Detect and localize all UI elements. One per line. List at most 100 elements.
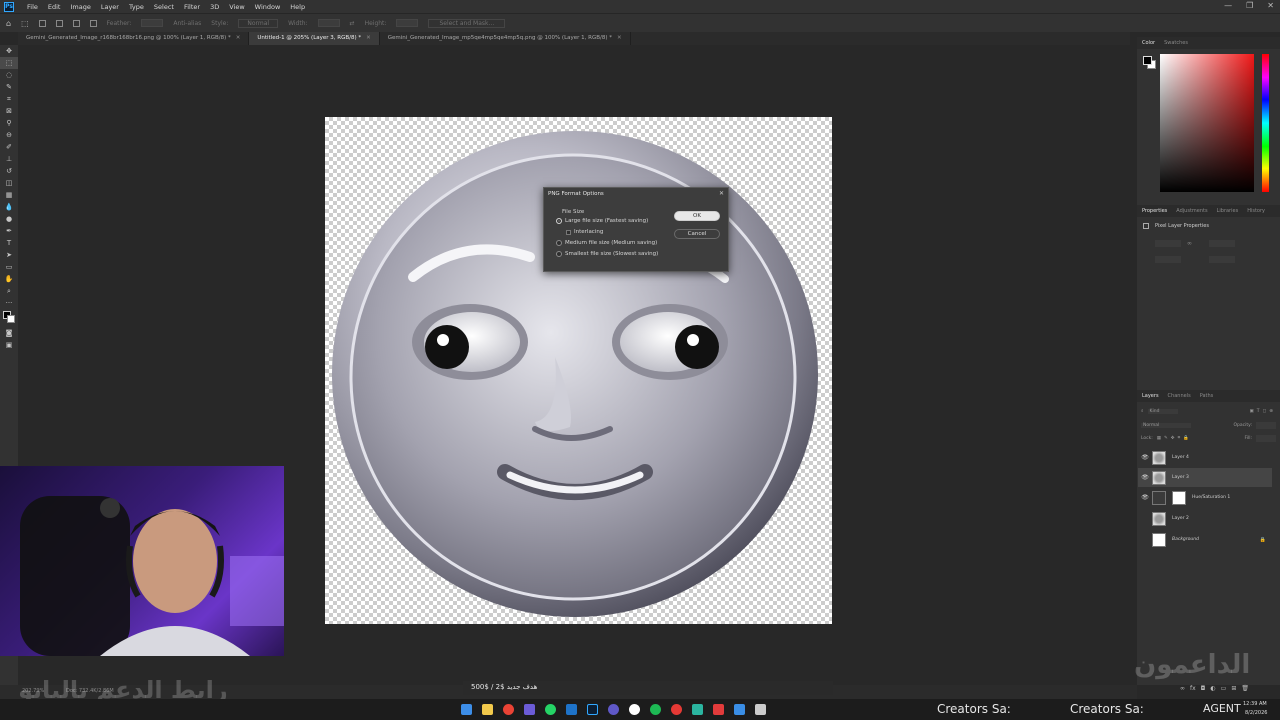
- layer-row-background[interactable]: Background 🔒: [1138, 530, 1272, 549]
- restore-icon[interactable]: ❐: [1246, 1, 1253, 10]
- kind-select[interactable]: Kind: [1147, 408, 1178, 414]
- eye-icon[interactable]: 👁: [1138, 474, 1152, 481]
- marquee-tool-icon[interactable]: ⬚: [21, 19, 29, 28]
- menu-type[interactable]: Type: [124, 3, 149, 11]
- tab-color[interactable]: Color: [1142, 40, 1155, 46]
- tab-gemini-image-1[interactable]: Gemini_Generated_Image_r168br168br16.png…: [18, 32, 250, 45]
- screen-mode-icon[interactable]: ▣: [0, 339, 18, 351]
- interlacing-checkbox[interactable]: Interlacing: [566, 229, 603, 235]
- new-selection-icon[interactable]: [38, 19, 46, 27]
- menu-layer[interactable]: Layer: [96, 3, 124, 11]
- width-field[interactable]: [1155, 240, 1181, 247]
- tab-libraries[interactable]: Libraries: [1217, 208, 1239, 214]
- height-field[interactable]: [1209, 240, 1235, 247]
- menu-select[interactable]: Select: [149, 3, 179, 11]
- app-icon[interactable]: [755, 704, 766, 715]
- spotify-icon[interactable]: [650, 704, 661, 715]
- clock-date[interactable]: 8/2/2026: [1245, 710, 1267, 716]
- menu-view[interactable]: View: [224, 3, 249, 11]
- radio-smallest-file[interactable]: Smallest file size (Slowest saving): [556, 251, 658, 257]
- close-icon[interactable]: ✕: [617, 35, 622, 41]
- menu-file[interactable]: File: [22, 3, 43, 11]
- swap-icon[interactable]: ⇄: [350, 20, 355, 27]
- intersect-selection-icon[interactable]: [89, 19, 97, 27]
- clock-time[interactable]: 12:39 AM: [1243, 701, 1267, 707]
- cancel-button[interactable]: Cancel: [674, 229, 720, 239]
- windows-start-icon[interactable]: [461, 704, 472, 715]
- tab-untitled-1[interactable]: Untitled-1 @ 205% (Layer 3, RGB/8) * ✕: [249, 32, 380, 45]
- type-tool-icon[interactable]: T: [0, 237, 18, 249]
- eyedropper-tool-icon[interactable]: ⚲: [0, 117, 18, 129]
- feather-input[interactable]: [141, 19, 164, 27]
- add-selection-icon[interactable]: [55, 19, 63, 27]
- style-select[interactable]: Normal: [238, 18, 279, 28]
- lock-icons[interactable]: ▦✎✥⌗🔒: [1157, 435, 1192, 441]
- antialias-checkbox[interactable]: Anti-alias: [173, 20, 201, 27]
- stamp-tool-icon[interactable]: ⊥: [0, 153, 18, 165]
- dodge-tool-icon[interactable]: ●: [0, 213, 18, 225]
- fill-input[interactable]: [1256, 434, 1276, 442]
- color-swatches-icon[interactable]: [0, 309, 18, 327]
- radio-large-file[interactable]: Large file size (Fastest saving): [556, 218, 648, 224]
- app-icon[interactable]: [671, 704, 682, 715]
- add-mask-icon[interactable]: ◘: [1201, 685, 1206, 695]
- radio-medium-file[interactable]: Medium file size (Medium saving): [556, 240, 657, 246]
- color-picker-field[interactable]: [1160, 54, 1254, 192]
- file-explorer-icon[interactable]: [482, 704, 493, 715]
- ok-button[interactable]: OK: [674, 211, 720, 221]
- tab-paths[interactable]: Paths: [1200, 393, 1214, 399]
- app-icon[interactable]: [692, 704, 703, 715]
- healing-tool-icon[interactable]: ⊖: [0, 129, 18, 141]
- blur-tool-icon[interactable]: 💧: [0, 201, 18, 213]
- height-input[interactable]: [396, 19, 419, 27]
- history-brush-icon[interactable]: ↺: [0, 165, 18, 177]
- move-tool-icon[interactable]: ✥: [0, 45, 18, 57]
- layer-row-layer-2[interactable]: Layer 2: [1138, 509, 1272, 528]
- delete-layer-icon[interactable]: 🗑: [1241, 685, 1249, 695]
- more-tools-icon[interactable]: ···: [0, 297, 18, 309]
- quick-mask-icon[interactable]: ◙: [0, 327, 18, 339]
- minimize-icon[interactable]: —: [1224, 1, 1232, 10]
- frame-tool-icon[interactable]: ⊠: [0, 105, 18, 117]
- tab-channels[interactable]: Channels: [1168, 393, 1191, 399]
- lasso-tool-icon[interactable]: ◌: [0, 69, 18, 81]
- foreground-color-swatch[interactable]: [1143, 56, 1152, 65]
- eraser-tool-icon[interactable]: ◫: [0, 177, 18, 189]
- close-icon[interactable]: ✕: [366, 35, 371, 41]
- close-icon[interactable]: ✕: [1267, 1, 1274, 10]
- tab-layers[interactable]: Layers: [1142, 393, 1159, 399]
- dialog-close-icon[interactable]: ✕: [719, 190, 724, 197]
- hand-tool-icon[interactable]: ✋: [0, 273, 18, 285]
- eye-icon[interactable]: 👁: [1138, 454, 1152, 461]
- layer-row-hue-saturation[interactable]: 👁 Hue/Saturation 1: [1138, 488, 1272, 507]
- blend-mode-select[interactable]: Normal: [1141, 422, 1191, 428]
- x-field[interactable]: [1155, 256, 1181, 263]
- marquee-tool-icon[interactable]: ⬚: [0, 57, 18, 69]
- hue-slider[interactable]: [1262, 54, 1269, 192]
- opacity-input[interactable]: [1256, 421, 1276, 429]
- layer-row-layer-4[interactable]: 👁 Layer 4: [1138, 448, 1272, 467]
- menu-3d[interactable]: 3D: [205, 3, 224, 11]
- quick-select-tool-icon[interactable]: ✎: [0, 81, 18, 93]
- menu-image[interactable]: Image: [65, 3, 95, 11]
- adjustment-icon[interactable]: ◐: [1210, 685, 1215, 695]
- whatsapp-icon[interactable]: [545, 704, 556, 715]
- close-icon[interactable]: ✕: [236, 35, 241, 41]
- menu-window[interactable]: Window: [250, 3, 286, 11]
- eye-icon[interactable]: 👁: [1138, 494, 1152, 501]
- obs-icon[interactable]: [608, 704, 619, 715]
- steam-icon[interactable]: [566, 704, 577, 715]
- app-icon[interactable]: [524, 704, 535, 715]
- subtract-selection-icon[interactable]: [72, 19, 80, 27]
- filter-icons[interactable]: ▣T◻⊕: [1249, 409, 1276, 414]
- menu-help[interactable]: Help: [285, 3, 310, 11]
- tab-gemini-image-2[interactable]: Gemini_Generated_Image_mp5qe4mp5qe4mp5q.…: [380, 32, 631, 45]
- app-icon[interactable]: [629, 704, 640, 715]
- layer-row-layer-3[interactable]: 👁 Layer 3: [1138, 468, 1272, 487]
- group-icon[interactable]: ▭: [1221, 685, 1227, 695]
- link-layers-icon[interactable]: ∞: [1180, 685, 1185, 695]
- select-mask-button[interactable]: Select and Mask...: [428, 18, 506, 28]
- gradient-tool-icon[interactable]: ▦: [0, 189, 18, 201]
- tab-properties[interactable]: Properties: [1142, 208, 1167, 214]
- brush-tool-icon[interactable]: ✐: [0, 141, 18, 153]
